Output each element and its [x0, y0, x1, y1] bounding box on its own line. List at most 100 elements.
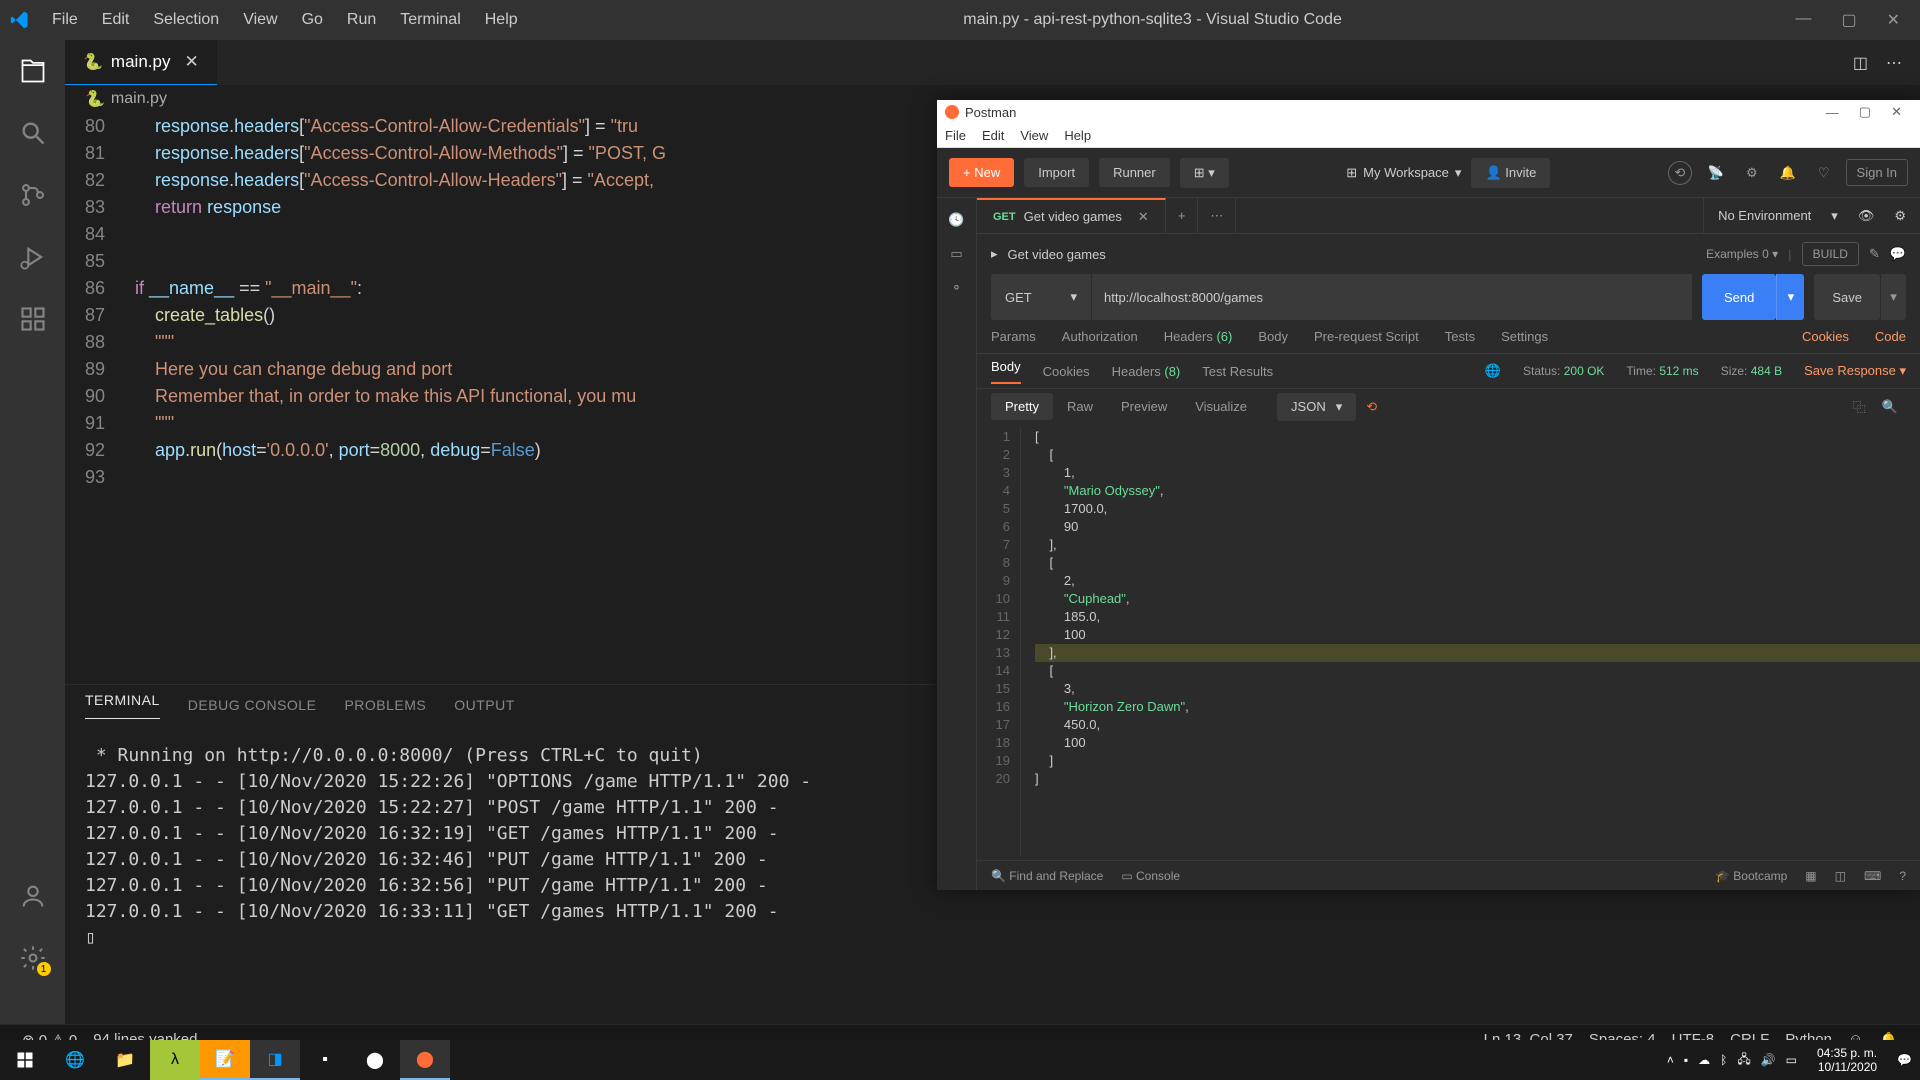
view-preview[interactable]: Preview: [1107, 393, 1181, 420]
resp-tab-body[interactable]: Body: [991, 359, 1021, 384]
menu-terminal[interactable]: Terminal: [388, 11, 472, 29]
save-response-button[interactable]: Save Response ▾: [1804, 363, 1906, 379]
collections-icon[interactable]: ▭: [950, 246, 962, 262]
tab-close-icon[interactable]: ✕: [1138, 209, 1149, 225]
edit-icon[interactable]: ✎: [1869, 246, 1880, 262]
maximize-icon[interactable]: ▢: [1849, 104, 1881, 120]
keyboard-icon[interactable]: ⌨: [1864, 869, 1881, 883]
resp-tab-cookies[interactable]: Cookies: [1043, 364, 1090, 379]
language-icon[interactable]: ▭: [1786, 1053, 1797, 1067]
terminal-taskbar-icon[interactable]: ▪: [300, 1040, 350, 1080]
minimize-icon[interactable]: —: [1816, 105, 1849, 120]
panel-tab-problems[interactable]: PROBLEMS: [344, 697, 426, 713]
help-icon[interactable]: ?: [1899, 869, 1906, 883]
bluetooth-icon[interactable]: ᛒ: [1720, 1053, 1727, 1067]
menu-help[interactable]: Help: [473, 11, 530, 29]
start-button[interactable]: [0, 1040, 50, 1080]
tab-main-py[interactable]: 🐍 main.py ✕: [65, 40, 217, 85]
vscode-taskbar-icon[interactable]: ◨: [250, 1040, 300, 1080]
copy-icon[interactable]: ⿻: [1845, 397, 1874, 416]
account-icon[interactable]: [17, 880, 49, 912]
console-button[interactable]: ▭ Console: [1121, 869, 1180, 883]
search-response-icon[interactable]: 🔍: [1874, 399, 1906, 415]
invite-button[interactable]: 👤 Invite: [1471, 158, 1550, 188]
chrome-icon[interactable]: 🌐: [50, 1040, 100, 1080]
examples-dropdown[interactable]: Examples 0 ▾: [1706, 247, 1778, 261]
method-selector[interactable]: GET▾: [991, 274, 1091, 320]
minimize-icon[interactable]: —: [1795, 10, 1811, 30]
tab-prerequest[interactable]: Pre-request Script: [1314, 329, 1419, 344]
system-tray[interactable]: ˄ ▪ ☁ ᛒ 🖧 🔊 ▭ 04:35 p. m. 10/11/2020 💬: [1667, 1046, 1920, 1074]
expand-icon[interactable]: ▸: [991, 246, 998, 262]
menu-view[interactable]: View: [231, 11, 289, 29]
clock[interactable]: 04:35 p. m. 10/11/2020: [1807, 1046, 1887, 1074]
tab-authorization[interactable]: Authorization: [1062, 329, 1138, 344]
capture-icon[interactable]: 📡: [1702, 165, 1730, 181]
notifications-icon[interactable]: 🔔: [1774, 165, 1802, 181]
layout-icon[interactable]: ▦: [1805, 869, 1816, 883]
panel-tab-terminal[interactable]: TERMINAL: [85, 692, 160, 719]
menu-file[interactable]: File: [40, 11, 90, 29]
tab-params[interactable]: Params: [991, 329, 1036, 344]
new-tab-button[interactable]: +: [1166, 198, 1199, 233]
nvidia-icon[interactable]: ▪: [1684, 1053, 1688, 1067]
settings-icon[interactable]: ⚙: [1740, 165, 1764, 181]
import-button[interactable]: Import: [1024, 158, 1089, 187]
window-button[interactable]: ⊞ ▾: [1180, 158, 1229, 188]
save-button[interactable]: Save: [1814, 274, 1880, 320]
notification-center-icon[interactable]: 💬: [1897, 1053, 1912, 1067]
settings-gear-icon[interactable]: 1: [17, 942, 49, 974]
pm-menu-file[interactable]: File: [945, 128, 966, 143]
heart-icon[interactable]: ♡: [1812, 165, 1836, 181]
env-settings-icon[interactable]: ⚙: [1894, 208, 1906, 224]
wrap-icon[interactable]: ⟲: [1366, 399, 1377, 415]
sublime-icon[interactable]: 📝: [200, 1040, 250, 1080]
two-pane-icon[interactable]: ◫: [1835, 869, 1846, 883]
postman-taskbar-icon[interactable]: ⬤: [400, 1040, 450, 1080]
file-explorer-icon[interactable]: 📁: [100, 1040, 150, 1080]
response-body[interactable]: 1234567891011121314151617181920 [ [ 1, "…: [977, 424, 1920, 860]
panel-tab-debug[interactable]: DEBUG CONSOLE: [188, 697, 317, 713]
debug-icon[interactable]: [17, 241, 49, 273]
send-dropdown[interactable]: ▾: [1776, 274, 1804, 320]
tab-headers[interactable]: Headers (6): [1164, 329, 1233, 344]
menu-selection[interactable]: Selection: [141, 11, 231, 29]
app-icon[interactable]: ⬤: [350, 1040, 400, 1080]
tab-close-icon[interactable]: ✕: [184, 52, 198, 72]
sync-icon[interactable]: ⟲: [1668, 161, 1692, 185]
search-icon[interactable]: [17, 117, 49, 149]
tab-settings[interactable]: Settings: [1501, 329, 1548, 344]
signin-button[interactable]: Sign In: [1846, 159, 1908, 186]
close-icon[interactable]: ✕: [1887, 10, 1900, 30]
menu-go[interactable]: Go: [290, 11, 335, 29]
cookies-link[interactable]: Cookies: [1802, 329, 1849, 344]
pm-menu-help[interactable]: Help: [1064, 128, 1091, 143]
json-content[interactable]: [ [ 1, "Mario Odyssey", 1700.0, 90 ], [ …: [1021, 428, 1920, 856]
new-button[interactable]: + New: [949, 158, 1014, 187]
explorer-icon[interactable]: [17, 55, 49, 87]
build-button[interactable]: BUILD: [1802, 242, 1859, 266]
menu-edit[interactable]: Edit: [90, 11, 142, 29]
extensions-icon[interactable]: [17, 303, 49, 335]
comments-icon[interactable]: 💬: [1890, 246, 1906, 262]
source-control-icon[interactable]: [17, 179, 49, 211]
url-input[interactable]: http://localhost:8000/games: [1091, 274, 1692, 320]
save-dropdown[interactable]: ▾: [1880, 274, 1906, 320]
more-actions-icon[interactable]: ⋯: [1886, 53, 1902, 73]
menu-run[interactable]: Run: [335, 11, 388, 29]
split-editor-icon[interactable]: ◫: [1853, 53, 1868, 73]
onedrive-icon[interactable]: ☁: [1698, 1053, 1710, 1067]
view-raw[interactable]: Raw: [1053, 393, 1107, 420]
network-icon[interactable]: 🖧: [1737, 1050, 1750, 1071]
find-replace-button[interactable]: 🔍 Find and Replace: [991, 869, 1103, 883]
pm-menu-edit[interactable]: Edit: [982, 128, 1004, 143]
close-icon[interactable]: ✕: [1881, 104, 1912, 120]
tab-body[interactable]: Body: [1258, 329, 1288, 344]
network-icon[interactable]: 🌐: [1485, 363, 1501, 379]
apis-icon[interactable]: ⚬: [951, 280, 962, 296]
cmder-icon[interactable]: λ: [150, 1040, 200, 1080]
view-visualize[interactable]: Visualize: [1181, 393, 1261, 420]
volume-icon[interactable]: 🔊: [1761, 1053, 1776, 1067]
runner-button[interactable]: Runner: [1099, 158, 1170, 187]
history-icon[interactable]: 🕓: [948, 212, 964, 228]
